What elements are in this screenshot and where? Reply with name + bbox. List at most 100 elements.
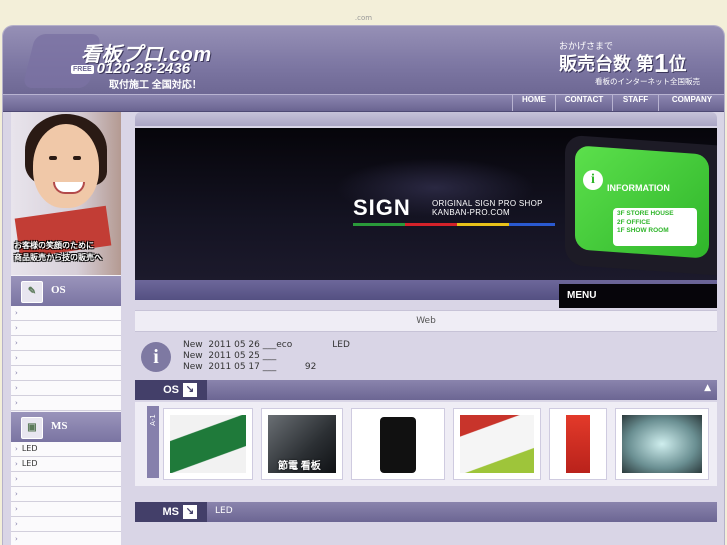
product-glass-letters[interactable] [615,408,709,480]
info-title: INFORMATION [607,183,670,193]
product-side-label: A-1 [147,406,159,478]
chevron-right-icon: › [15,505,18,513]
ms-item[interactable]: › [11,472,121,487]
chevron-right-icon: › [15,445,18,453]
hero-banner: SIGN ORIGINAL SIGN PRO SHOP KANBAN-PRO.C… [135,128,717,282]
web-bar: Web [135,310,717,332]
info-circle-icon: i [141,342,171,372]
chevron-right-icon: › [15,324,18,332]
os-section-header[interactable]: ✎ OS [11,276,121,306]
top-nav: HOME CONTACT STAFF COMPANY [3,94,724,112]
ms-strip: MS ↘ LED [135,502,717,522]
ms-icon: ▣ [21,417,43,439]
logo-subtitle: 取付施工 全国対応！ [109,80,202,91]
product-lcd-sign[interactable]: 節電 看板 [261,408,343,480]
stripe-blue [509,223,555,226]
product-street-sign[interactable] [163,408,253,480]
chevron-right-icon: › [15,475,18,483]
chevron-right-icon: › [15,354,18,362]
chevron-right-icon: › [15,384,18,392]
os-item[interactable]: › [11,396,121,411]
hero-sign-word: SIGN [353,195,411,220]
black-stand-image [380,417,416,473]
eye-right [73,156,81,160]
chevron-right-icon: › [15,535,18,543]
info-card: 3F STORE HOUSE 2F OFFICE 1F SHOW ROOM [613,208,697,246]
stripe-yellow [457,223,509,226]
os-strip: OS ↘ ▲ [135,380,717,400]
chevron-right-icon: › [15,399,18,407]
phone-digits: 0120-28-2436 [96,60,191,77]
rank-suffix: 位 [668,54,687,74]
lcd-sign-caption: 節電 看板 [278,461,321,472]
os-section-title: OS [51,284,66,296]
page-top-button[interactable]: ▲ [704,383,711,393]
rank-number: 1 [654,48,669,78]
eye-left [49,156,57,160]
ms-item[interactable]: › [11,517,121,532]
arrow-down-right-icon: ↘ [183,383,197,397]
glass-letters-image [622,415,702,473]
panel-sign-image [460,415,534,473]
product-panel-sign[interactable] [453,408,541,480]
news-list: i New 2011 05 26 ___eco LED New 2011 05 … [135,334,717,374]
chevron-right-icon: › [15,460,18,468]
domain-note: .com [354,14,373,22]
ms-item[interactable]: › [11,532,121,545]
chevron-right-icon: › [15,490,18,498]
photo-caption: お客様の笑顔のために 商品販売から技の販売へ [14,240,118,264]
info-line: 1F SHOW ROOM [617,227,669,234]
ms-item[interactable]: › LED [11,457,121,472]
arrow-down-right-icon: ↘ [183,505,197,519]
nav-contact[interactable]: CONTACT [555,95,612,111]
sidebar: お客様の笑顔のために 商品販売から技の販売へ ✎ OS › › › › › › ›… [11,112,121,545]
ms-section-title: MS [51,420,68,432]
news-item[interactable]: New 2011 05 17 ___ 92 [183,362,316,373]
ms-strip-text: LED [215,506,233,516]
chevron-right-icon: › [15,339,18,347]
info-line: 2F OFFICE [617,218,651,226]
ms-item[interactable]: › [11,487,121,502]
chevron-right-icon: › [15,309,18,317]
product-banner-flag[interactable] [549,408,607,480]
nav-home[interactable]: HOME [512,95,555,111]
os-item[interactable]: › [11,306,121,321]
nav-company[interactable]: COMPANY [658,95,724,111]
free-dial-tag: FREE [71,64,94,74]
staff-photo: お客様の笑顔のために 商品販売から技の販売へ [11,112,121,275]
product-black-stand[interactable] [351,408,445,480]
info-icon: i [583,170,603,190]
phone-number: FREE 0120-28-2436 [71,60,190,77]
news-item[interactable]: New 2011 05 25 ___ [183,351,276,362]
chevron-right-icon: › [15,369,18,377]
os-item[interactable]: › [11,366,121,381]
hero-line2: KANBAN-PRO.COM [432,208,510,217]
ms-item[interactable]: › LED [11,442,121,457]
ms-section-header[interactable]: ▣ MS [11,412,121,442]
news-item[interactable]: New 2011 05 26 ___eco LED [183,340,350,351]
stripe-red [405,223,457,226]
nav-staff[interactable]: STAFF [612,95,658,111]
menu-button[interactable]: MENU [559,284,717,308]
os-icon: ✎ [21,281,43,303]
os-item[interactable]: › [11,381,121,396]
rank-text: 販売台数 第 [559,54,655,74]
stripe-green [353,223,405,226]
rank-headline: 販売台数 第1位 [559,48,686,79]
main-content: SIGN ORIGINAL SIGN PRO SHOP KANBAN-PRO.C… [135,112,717,545]
rank-note: 看板のインターネット全国販売 [595,77,700,86]
os-section-list: › › › › › › › [11,306,121,411]
chevron-right-icon: › [15,520,18,528]
photo-caption-line1: お客様の笑顔のために [14,241,94,250]
os-item[interactable]: › [11,336,121,351]
ms-section-list: › LED › LED › › › › › [11,442,121,545]
content-top-bar [135,112,717,126]
face-shape [33,124,99,208]
photo-caption-line2: 商品販売から技の販売へ [14,253,102,262]
site-header: 看板プロ.com FREE 0120-28-2436 取付施工 全国対応！ おかげ… [3,26,724,94]
ms-item[interactable]: › [11,502,121,517]
os-item[interactable]: › [11,321,121,336]
street-sign-image [170,415,246,473]
hero-line1: ORIGINAL SIGN PRO SHOP [432,199,543,208]
os-item[interactable]: › [11,351,121,366]
